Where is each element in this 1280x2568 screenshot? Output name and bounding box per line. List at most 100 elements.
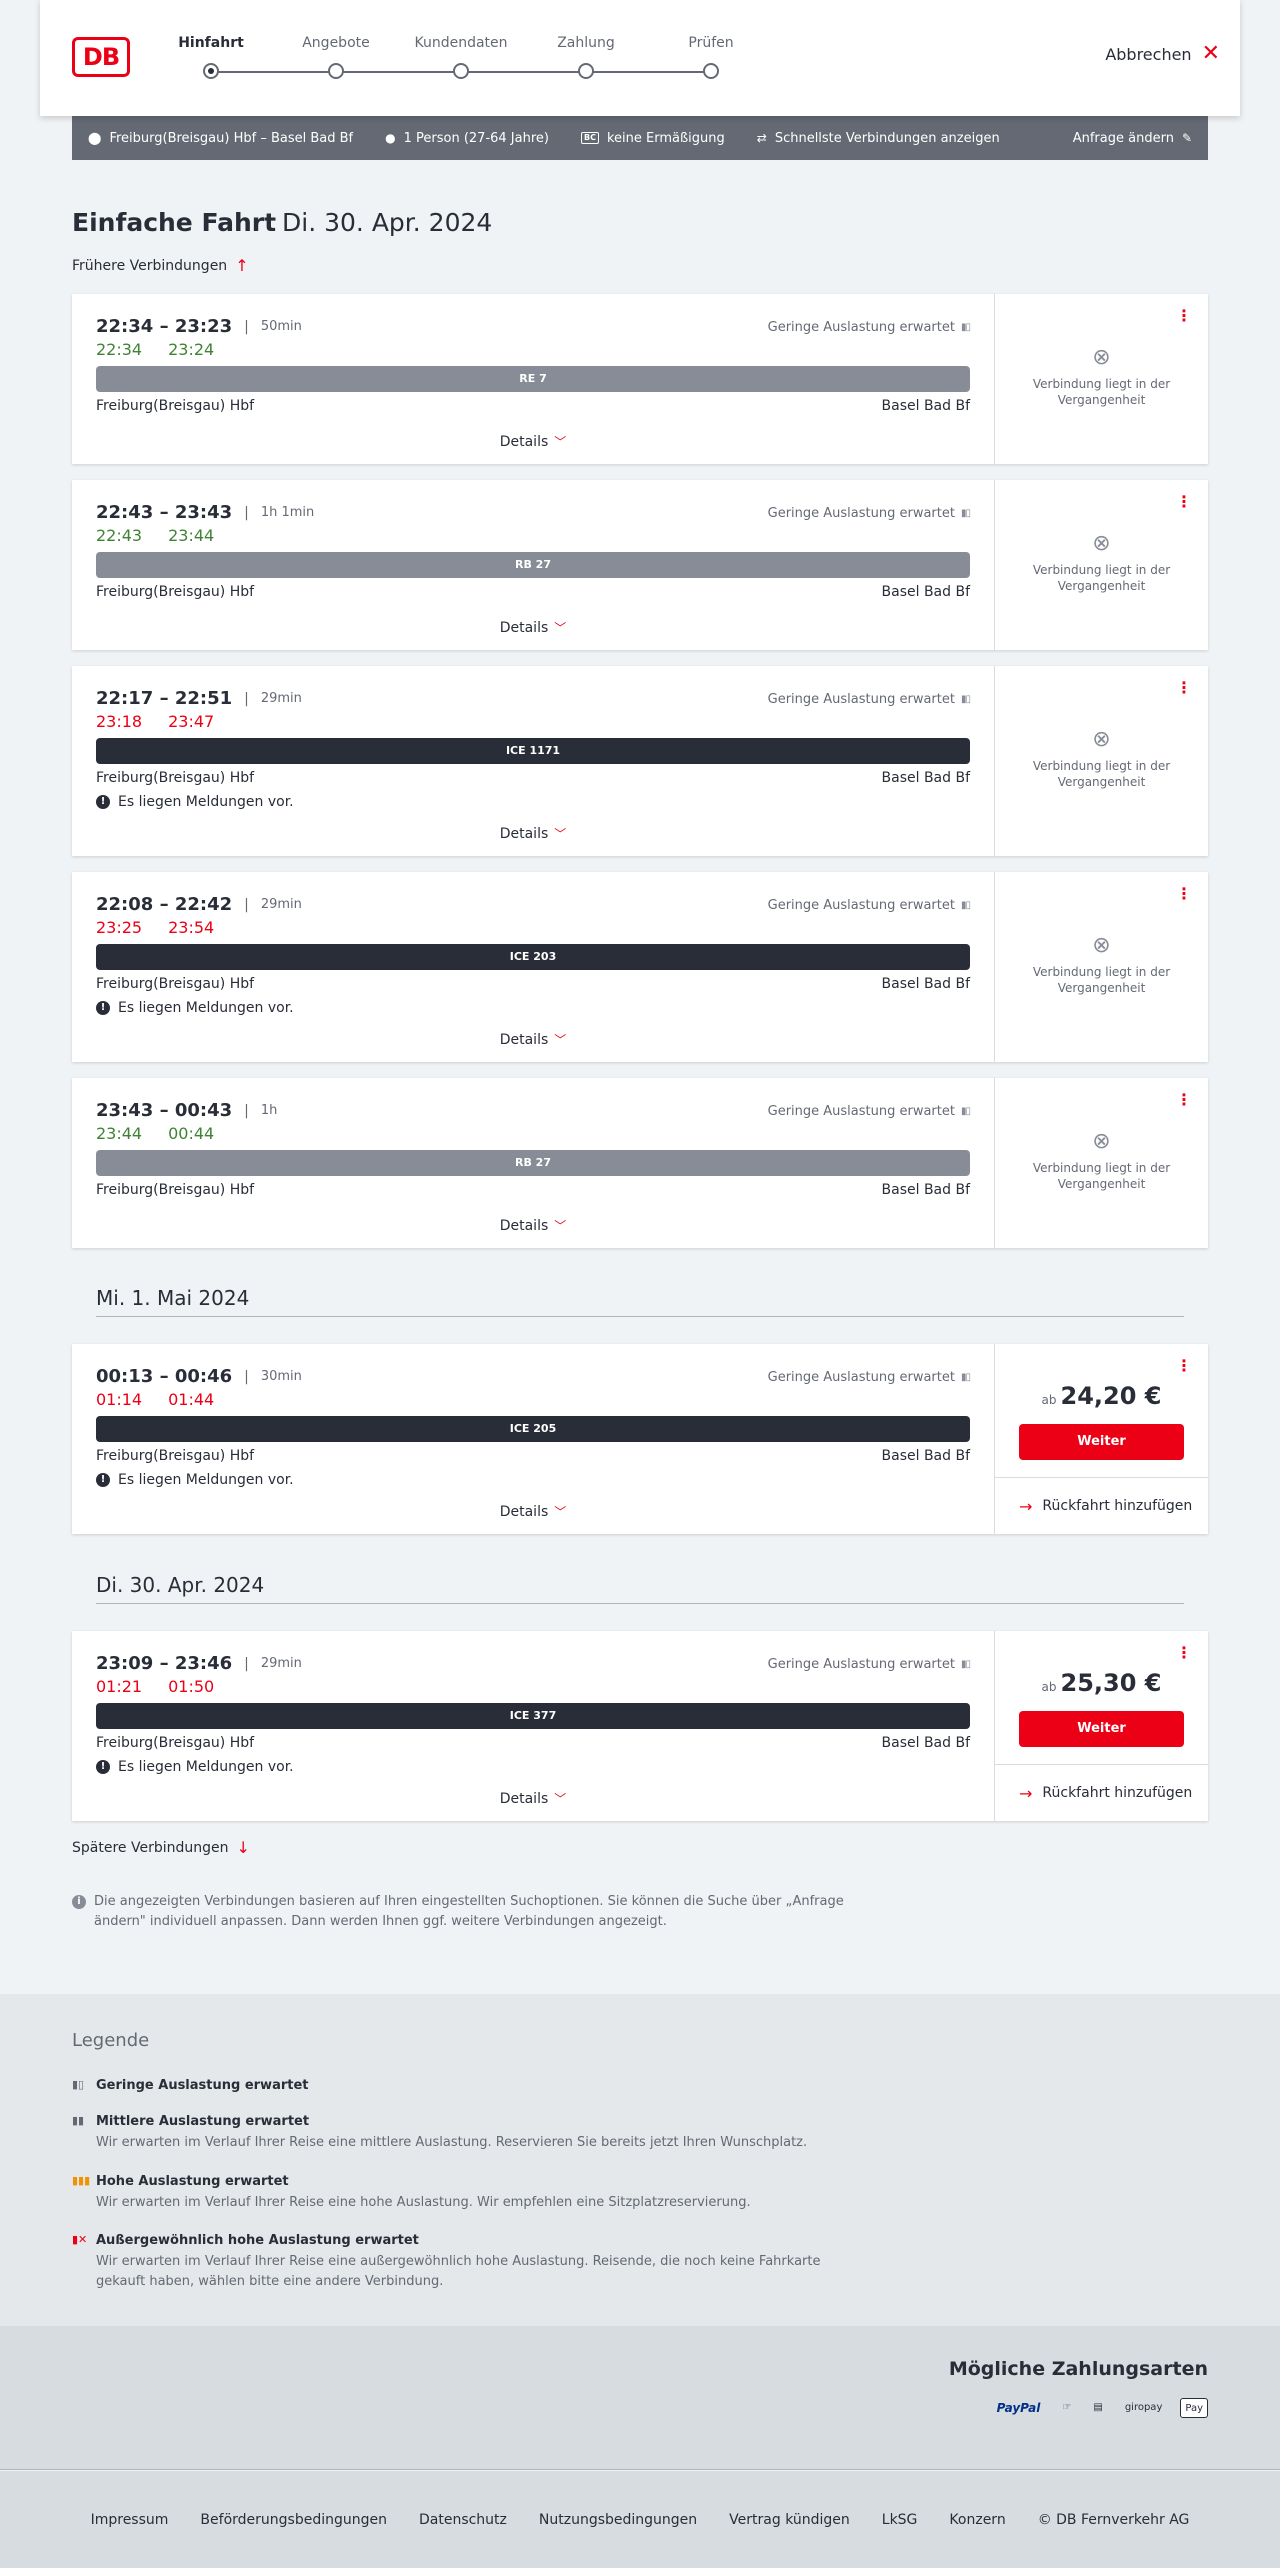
details-label: Details xyxy=(499,620,549,636)
more-options-icon[interactable]: ⋮ xyxy=(1176,886,1192,902)
step-label: Zahlung xyxy=(557,35,615,51)
more-options-icon[interactable]: ⋮ xyxy=(1176,680,1192,696)
departure-station: Freiburg(Breisgau) Hbf xyxy=(96,584,255,600)
footer-link-datenschutz[interactable]: Datenschutz xyxy=(419,2512,507,2528)
add-return-trip-button[interactable]: → Rückfahrt hinzufügen xyxy=(995,1477,1208,1534)
cancel-label: Abbrechen xyxy=(1105,44,1192,64)
offer-area: ⋮ ⊗ Verbindung liegt in der Vergangenheit xyxy=(994,872,1208,1062)
continue-button[interactable]: Weiter xyxy=(1019,1424,1184,1460)
realtime-arrival: 23:24 xyxy=(168,340,215,359)
past-connection-notice: ⊗ Verbindung liegt in der Vergangenheit xyxy=(995,347,1208,408)
footer-link-lksg[interactable]: LkSG xyxy=(882,2512,918,2528)
details-toggle[interactable]: Details ﹀ xyxy=(72,825,994,842)
arrow-down-icon: ↓ xyxy=(236,1838,250,1857)
train-bar[interactable]: ICE 1171 xyxy=(96,738,970,764)
past-text: Verbindung liegt in der Vergangenheit xyxy=(1032,563,1171,593)
low-occupancy-icon: ▮▯ xyxy=(960,508,971,519)
train-bar[interactable]: RB 27 xyxy=(96,552,970,578)
legend-heading: Hohe Auslastung erwartet xyxy=(96,2174,289,2189)
realtime-times: 22:34 23:24 xyxy=(96,340,214,359)
offer-area: ⋮ ab 25,30 € Weiter → Rückfahrt hinzufügen xyxy=(994,1631,1208,1821)
more-options-icon[interactable]: ⋮ xyxy=(1176,1645,1192,1661)
more-options-icon[interactable]: ⋮ xyxy=(1176,1358,1192,1374)
details-toggle[interactable]: Details ﹀ xyxy=(72,433,994,450)
db-logo[interactable]: DB xyxy=(72,37,130,77)
legend-heading: Geringe Auslastung erwartet xyxy=(96,2078,309,2093)
day-separator: Mi. 1. Mai 2024 xyxy=(96,1286,1184,1317)
planned-times: 23:09 – 23:46 | 29min xyxy=(96,1653,302,1674)
step-dot xyxy=(453,63,469,79)
chevron-down-icon: ﹀ xyxy=(554,435,567,449)
more-options-icon[interactable]: ⋮ xyxy=(1176,308,1192,324)
occupancy-info: Geringe Auslastung erwartet ▮▯ xyxy=(768,320,971,335)
offer-area: ⋮ ⊗ Verbindung liegt in der Vergangenheit xyxy=(994,1078,1208,1248)
footer-link-nutzungsbedingungen[interactable]: Nutzungsbedingungen xyxy=(539,2512,697,2528)
low-occupancy-icon: ▮▯ xyxy=(960,322,971,333)
connection-card[interactable]: 00:13 – 00:46 | 30min 01:14 01:44 Geringe A… xyxy=(72,1344,1208,1534)
close-icon: ✕ xyxy=(1201,41,1220,66)
details-label: Details xyxy=(499,826,549,842)
details-toggle[interactable]: Details ﹀ xyxy=(72,1503,994,1520)
footer-link-befoerderungsbedingungen[interactable]: Beförderungsbedingungen xyxy=(200,2512,387,2528)
divider: | xyxy=(244,1102,249,1119)
duration: 1h xyxy=(260,1103,278,1118)
offer-area: ⋮ ⊗ Verbindung liegt in der Vergangenheit xyxy=(994,294,1208,464)
details-toggle[interactable]: Details ﹀ xyxy=(72,1031,994,1048)
train-bar[interactable]: RE 7 xyxy=(96,366,970,392)
alert-icon: ! xyxy=(96,1473,110,1487)
realtime-times: 23:25 23:54 xyxy=(96,918,214,937)
connection-card[interactable]: 23:09 – 23:46 | 29min 01:21 01:50 Geringe A… xyxy=(72,1631,1208,1821)
more-options-icon[interactable]: ⋮ xyxy=(1176,1092,1192,1108)
footer-link-konzern[interactable]: Konzern xyxy=(949,2512,1005,2528)
train-bar[interactable]: ICE 203 xyxy=(96,944,970,970)
connection-card[interactable]: 22:34 – 23:23 | 50min 22:34 23:24 Geringe A… xyxy=(72,294,1208,464)
disruption-notice: ! Es liegen Meldungen vor. xyxy=(96,1000,294,1016)
add-return-trip-button[interactable]: → Rückfahrt hinzufügen xyxy=(995,1764,1208,1821)
apple-pay-icon: Pay xyxy=(1180,2398,1208,2418)
train-bar[interactable]: ICE 377 xyxy=(96,1703,970,1729)
very-high-occupancy-icon: ▮✕ xyxy=(72,2233,88,2246)
arrival-station: Basel Bad Bf xyxy=(881,976,970,992)
legend-heading: Mittlere Auslastung erwartet xyxy=(96,2114,310,2129)
step-dot xyxy=(203,63,219,79)
price-prefix: ab xyxy=(1041,1393,1057,1407)
footer-link-vertrag-kuendigen[interactable]: Vertrag kündigen xyxy=(729,2512,850,2528)
cancel-button[interactable]: Abbrechen ✕ xyxy=(1105,41,1220,66)
edit-search-button[interactable]: Anfrage ändern ✎ xyxy=(1073,131,1192,146)
footer-link-impressum[interactable]: Impressum xyxy=(91,2512,169,2528)
connection-card[interactable]: 23:43 – 00:43 | 1h 23:44 00:44 Geringe Ausl… xyxy=(72,1078,1208,1248)
location-pin-icon: ⬤ xyxy=(88,131,102,145)
later-connections-link[interactable]: Spätere Verbindungen ↓ xyxy=(72,1838,250,1857)
planned-time-range: 22:17 – 22:51 xyxy=(96,688,233,709)
stations: Freiburg(Breisgau) Hbf Basel Bad Bf xyxy=(96,1182,970,1198)
cart-unavailable-icon: ⊗ xyxy=(1092,727,1111,752)
connection-details-area: 22:17 – 22:51 | 29min 23:18 23:47 Geringe A… xyxy=(72,666,994,856)
details-toggle[interactable]: Details ﹀ xyxy=(72,1790,994,1807)
divider: | xyxy=(244,896,249,913)
connection-card[interactable]: 22:17 – 22:51 | 29min 23:18 23:47 Geringe A… xyxy=(72,666,1208,856)
details-toggle[interactable]: Details ﹀ xyxy=(72,1217,994,1234)
legend-item: ▮▮▮ Hohe Auslastung erwartet Wir erwarten … xyxy=(72,2174,852,2213)
legend-item: ▮✕ Außergewöhnlich hohe Auslastung erwart… xyxy=(72,2233,852,2292)
train-bar[interactable]: ICE 205 xyxy=(96,1416,970,1442)
past-connection-notice: ⊗ Verbindung liegt in der Vergangenheit xyxy=(995,727,1208,790)
details-toggle[interactable]: Details ﹀ xyxy=(72,619,994,636)
realtime-departure: 23:44 xyxy=(96,1124,143,1143)
discount-text: keine Ermäßigung xyxy=(606,130,725,146)
cart-unavailable-icon: ⊗ xyxy=(1092,1129,1111,1154)
continue-button[interactable]: Weiter xyxy=(1019,1711,1184,1747)
past-text: Verbindung liegt in der Vergangenheit xyxy=(1032,759,1171,789)
connection-card[interactable]: 22:43 – 23:43 | 1h 1min 22:43 23:44 Geringe… xyxy=(72,480,1208,650)
legend-heading: Außergewöhnlich hohe Auslastung erwartet xyxy=(96,2233,419,2248)
connection-card[interactable]: 22:08 – 22:42 | 29min 23:25 23:54 Geringe A… xyxy=(72,872,1208,1062)
offer-area: ⋮ ⊗ Verbindung liegt in der Vergangenheit xyxy=(994,666,1208,856)
offer-area: ⋮ ⊗ Verbindung liegt in der Vergangenheit xyxy=(994,480,1208,650)
planned-times: 22:34 – 23:23 | 50min xyxy=(96,316,302,337)
planned-times: 23:43 – 00:43 | 1h xyxy=(96,1100,277,1121)
details-label: Details xyxy=(499,434,549,450)
train-bar[interactable]: RB 27 xyxy=(96,1150,970,1176)
price: ab 24,20 € xyxy=(995,1382,1208,1410)
earlier-connections-link[interactable]: Frühere Verbindungen ↑ xyxy=(72,256,249,275)
chevron-down-icon: ﹀ xyxy=(554,1033,567,1047)
more-options-icon[interactable]: ⋮ xyxy=(1176,494,1192,510)
